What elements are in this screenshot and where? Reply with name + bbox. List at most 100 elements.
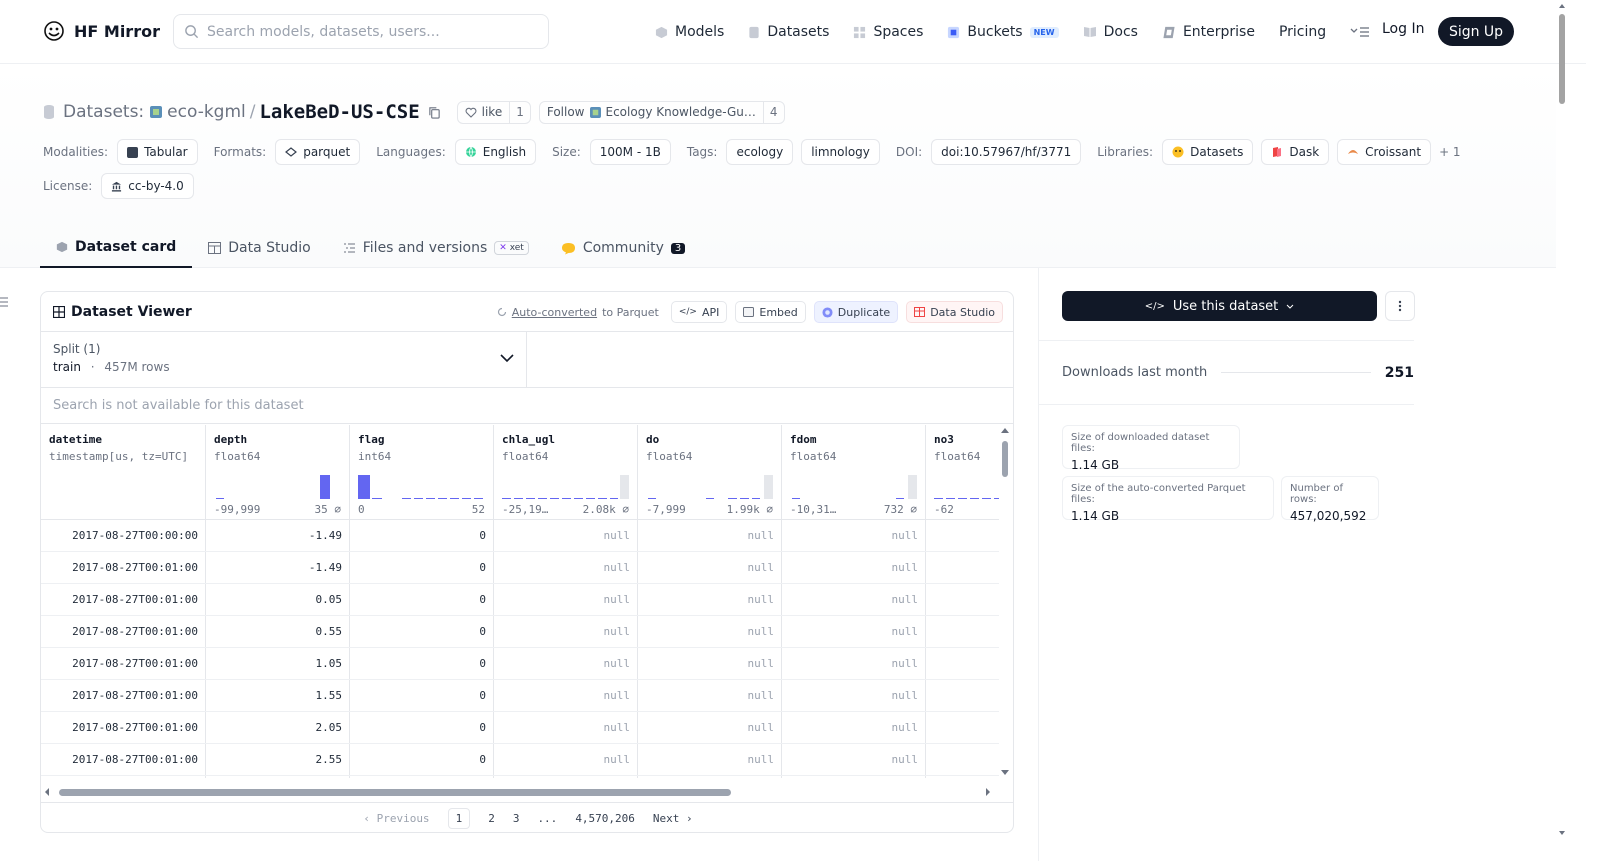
table-cell[interactable]: null [782, 616, 926, 648]
table-cell[interactable]: null [494, 712, 638, 744]
format-chip[interactable]: parquet [275, 139, 361, 165]
api-button[interactable]: </> API [670, 301, 728, 323]
copy-icon[interactable] [428, 106, 441, 119]
table-cell[interactable]: 0 [350, 584, 494, 616]
vertical-scrollbar[interactable] [997, 425, 1013, 778]
table-row[interactable]: 2017-08-27T00:00:00 -1.49 0 null null null [41, 520, 999, 552]
prev-page-button[interactable]: ‹ Previous [363, 812, 429, 825]
column-header[interactable]: no3 float64 -62 [926, 425, 999, 520]
page-1-button[interactable]: 1 [447, 808, 471, 829]
table-cell[interactable]: 2017-08-27T00:01:00 [41, 552, 206, 584]
nav-datasets[interactable]: Datasets [748, 24, 829, 40]
tag-chip-ecology[interactable]: ecology [726, 139, 794, 165]
table-cell[interactable]: null [782, 520, 926, 552]
table-cell[interactable]: null [782, 712, 926, 744]
table-cell[interactable]: null [638, 680, 782, 712]
table-row[interactable]: 2017-08-27T00:01:00 2.55 0 null null null [41, 744, 999, 776]
library-chip-dask[interactable]: Dask [1261, 139, 1330, 165]
tab-community[interactable]: Community 3 [545, 228, 701, 268]
table-cell[interactable]: 2017-08-27T00:00:00 [41, 520, 206, 552]
brand-logo[interactable]: HF Mirror [42, 19, 160, 43]
table-cell[interactable]: null [782, 584, 926, 616]
table-row[interactable]: 2017-08-27T00:01:00 1.05 0 null null null [41, 648, 999, 680]
table-cell[interactable]: null [494, 616, 638, 648]
table-cell[interactable]: null [494, 744, 638, 776]
column-header[interactable]: fdom float64 -10,31… 732 ⌀ [782, 425, 925, 520]
table-cell[interactable]: 0 [350, 744, 494, 776]
table-cell[interactable]: null [638, 552, 782, 584]
table-cell[interactable]: null [494, 552, 638, 584]
table-cell[interactable]: 1.05 [206, 648, 350, 680]
table-cell[interactable]: 0.05 [206, 584, 350, 616]
search-box[interactable] [173, 14, 549, 49]
more-options-button[interactable] [1385, 291, 1415, 321]
page-3-button[interactable]: 3 [513, 812, 520, 825]
hamburger-icon[interactable] [0, 297, 8, 307]
library-chip-croissant[interactable]: Croissant [1337, 139, 1432, 165]
login-link[interactable]: Log In [1382, 21, 1424, 37]
table-cell[interactable]: 0 [350, 680, 494, 712]
page-scrollbar[interactable] [1556, 0, 1568, 861]
column-header[interactable]: datetime timestamp[us, tz=UTC] [41, 425, 205, 520]
language-chip[interactable]: English [454, 139, 537, 165]
table-cell[interactable]: 1.55 [206, 680, 350, 712]
search-input[interactable] [207, 23, 527, 40]
histogram[interactable] [934, 473, 999, 499]
table-cell[interactable]: null [638, 648, 782, 680]
table-cell[interactable]: 2017-08-27T00:01:00 [41, 680, 206, 712]
table-cell[interactable]: null [782, 648, 926, 680]
library-chip-datasets[interactable]: Datasets [1162, 139, 1254, 165]
table-cell[interactable]: null [638, 744, 782, 776]
table-cell[interactable]: null [782, 680, 926, 712]
table-cell[interactable]: -1.49 [206, 552, 350, 584]
doi-chip[interactable]: doi:10.57967/hf/3771 [931, 139, 1082, 165]
license-chip[interactable]: cc-by-4.0 [101, 173, 194, 199]
table-row[interactable]: 2017-08-27T00:01:00 0.05 0 null null null [41, 584, 999, 616]
split-select[interactable]: Split (1) train · 457M rows [41, 332, 527, 388]
use-dataset-button[interactable]: </> Use this dataset [1062, 291, 1377, 321]
table-cell[interactable]: 2017-08-27T00:01:00 [41, 616, 206, 648]
table-cell[interactable]: 2017-08-27T00:01:00 [41, 584, 206, 616]
auto-converted-link[interactable]: Auto-converted [512, 306, 597, 319]
histogram[interactable] [214, 473, 342, 499]
nav-spaces[interactable]: Spaces [853, 24, 923, 40]
table-cell[interactable]: 0 [350, 712, 494, 744]
tab-data-studio[interactable]: Data Studio [192, 228, 326, 268]
nav-models[interactable]: Models [655, 24, 724, 40]
table-cell[interactable]: 0 [350, 616, 494, 648]
nav-pricing[interactable]: Pricing [1279, 24, 1326, 40]
table-row[interactable]: 2017-08-27T00:01:00 2.05 0 null null null [41, 712, 999, 744]
table-cell[interactable]: null [638, 712, 782, 744]
duplicate-button[interactable]: Duplicate [813, 301, 899, 323]
last-page-button[interactable]: 4,570,206 [575, 812, 635, 825]
table-cell[interactable]: null [638, 584, 782, 616]
table-cell[interactable]: 0 [350, 552, 494, 584]
table-cell[interactable]: 2017-08-27T00:01:00 [41, 744, 206, 776]
table-cell[interactable]: 2.05 [206, 712, 350, 744]
tag-chip-limnology[interactable]: limnology [801, 139, 880, 165]
table-cell[interactable]: null [638, 520, 782, 552]
nav-buckets[interactable]: Buckets NEW [947, 24, 1059, 40]
histogram[interactable] [358, 473, 486, 499]
column-header[interactable]: chla_ugl float64 -25,19… 2.08k ⌀ [494, 425, 637, 520]
histogram[interactable] [646, 473, 774, 499]
tab-dataset-card[interactable]: Dataset card [40, 228, 193, 268]
table-cell[interactable]: null [494, 680, 638, 712]
column-header[interactable]: flag int64 0 52 [350, 425, 493, 520]
table-cell[interactable]: null [494, 648, 638, 680]
table-cell[interactable]: null [638, 616, 782, 648]
table-cell[interactable]: null [782, 552, 926, 584]
size-chip[interactable]: 100M - 1B [589, 139, 671, 165]
table-cell[interactable]: 2017-08-27T00:01:00 [41, 712, 206, 744]
tab-files-versions[interactable]: Files and versions ✕ xet [327, 228, 545, 268]
modality-chip[interactable]: Tabular [117, 139, 198, 165]
table-cell[interactable]: 2.55 [206, 744, 350, 776]
table-cell[interactable]: -1.49 [206, 520, 350, 552]
table-cell[interactable]: null [494, 584, 638, 616]
table-cell[interactable]: null [494, 520, 638, 552]
nav-more[interactable] [1350, 26, 1370, 38]
libraries-more[interactable]: + 1 [1439, 145, 1461, 159]
horizontal-scrollbar[interactable] [41, 785, 999, 799]
follow-button[interactable]: Follow Ecology Knowledge-Gu… 4 [538, 100, 785, 124]
column-header[interactable]: do float64 -7,999 1.99k ⌀ [638, 425, 781, 520]
